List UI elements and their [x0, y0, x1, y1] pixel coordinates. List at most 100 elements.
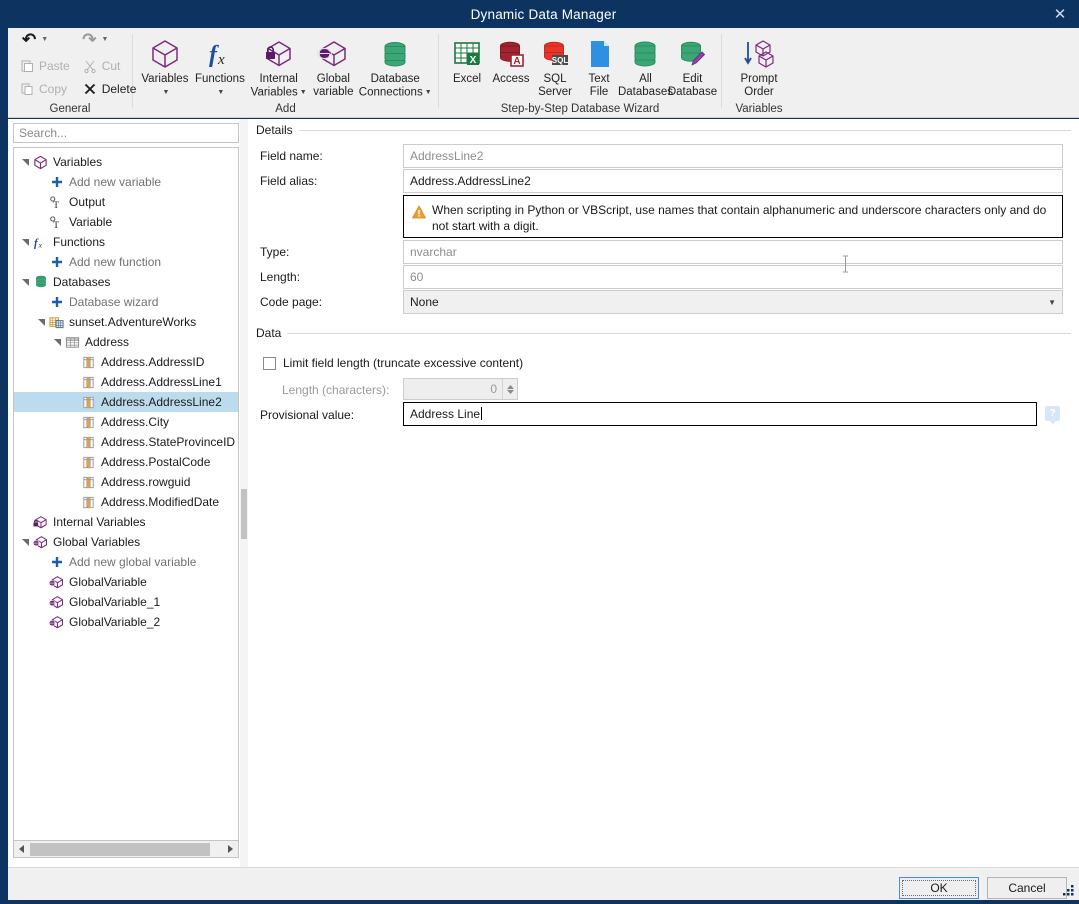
tree-item[interactable]: GlobalVariable_1	[14, 592, 238, 612]
field-alias-input[interactable]: Address.AddressLine2	[403, 169, 1063, 193]
expander-expanded-icon[interactable]	[20, 232, 32, 252]
type-input[interactable]: nvarchar	[403, 240, 1063, 264]
tree-item[interactable]: Internal Variables	[14, 512, 238, 532]
expander-none	[68, 412, 80, 432]
chevron-down-icon[interactable]: ▼	[1048, 298, 1056, 307]
expander-expanded-icon[interactable]	[20, 152, 32, 172]
splitter-thumb[interactable]	[241, 489, 247, 539]
tree-item[interactable]: Global Variables	[14, 532, 238, 552]
tree-item[interactable]: GlobalVariable_2	[14, 612, 238, 632]
help-icon[interactable]: ?	[1045, 406, 1060, 421]
expander-expanded-icon[interactable]	[20, 532, 32, 552]
chevron-down-icon[interactable]: ▼	[162, 89, 169, 96]
tree-item-label: Database wizard	[69, 295, 158, 309]
cube-globe-icon	[48, 574, 65, 591]
expander-expanded-icon[interactable]	[36, 312, 48, 332]
cube-purple-icon	[148, 35, 182, 73]
chevron-down-icon[interactable]: ▼	[425, 89, 432, 96]
tree-item-label: sunset.AdventureWorks	[69, 315, 196, 329]
tree-horizontal-scrollbar[interactable]	[13, 841, 239, 858]
tree-item[interactable]: Add new global variable	[14, 552, 238, 572]
tree-item[interactable]: Add new variable	[14, 172, 238, 192]
ok-button[interactable]: OK	[899, 877, 979, 899]
paste-button[interactable]: Paste	[16, 55, 73, 76]
expander-expanded-icon[interactable]	[20, 272, 32, 292]
undo-button[interactable]: ↶ ▼	[18, 30, 52, 49]
tree-item[interactable]: Add new function	[14, 252, 238, 272]
tree-item[interactable]: Address.ModifiedDate	[14, 492, 238, 512]
tree-item[interactable]: GlobalVariable	[14, 572, 238, 592]
scroll-thumb[interactable]	[30, 843, 210, 856]
add-variables-button[interactable]: Variables ▼	[139, 32, 191, 101]
expander-none	[36, 292, 48, 312]
tree-item[interactable]: Database wizard	[14, 292, 238, 312]
field-name-input[interactable]: AddressLine2	[403, 144, 1063, 168]
internal-variables-button[interactable]: InternalVariables▼	[249, 32, 308, 101]
limit-field-length-checkbox[interactable]: Limit field length (truncate excessive c…	[263, 356, 523, 370]
svg-text:x: x	[38, 240, 43, 249]
expander-none	[36, 592, 48, 612]
scroll-left-icon[interactable]	[14, 842, 30, 857]
warning-icon	[412, 205, 426, 219]
column-icon	[80, 414, 97, 431]
provisional-value-input[interactable]: Address Line	[403, 402, 1037, 426]
chevron-down-icon[interactable]: ▼	[41, 36, 48, 43]
tree-item[interactable]: Address.AddressLine1	[14, 372, 238, 392]
copy-button[interactable]: Copy	[16, 78, 73, 99]
length-value: 60	[410, 270, 423, 284]
tree-item[interactable]: Address.City	[14, 412, 238, 432]
tree-item[interactable]: sunset.AdventureWorks	[14, 312, 238, 332]
wizard-excel-button[interactable]: X Excel	[445, 32, 489, 87]
tree-item[interactable]: Variables	[14, 152, 238, 172]
variables-tree[interactable]: VariablesAdd new variableTOutputTVariabl…	[13, 147, 239, 841]
chevron-down-icon[interactable]: ▼	[300, 89, 307, 96]
database-connections-button[interactable]: DatabaseConnections▼	[358, 32, 432, 101]
tree-item[interactable]: Address.AddressLine2	[14, 392, 238, 412]
code-page-select[interactable]: None ▼	[403, 290, 1063, 314]
table-icon	[64, 334, 81, 351]
resize-grip[interactable]	[1062, 884, 1075, 897]
limit-length-stepper[interactable]: 0	[403, 378, 518, 400]
scroll-track[interactable]	[30, 842, 222, 857]
var-text-icon: T	[48, 194, 65, 211]
tree-item[interactable]: TVariable	[14, 212, 238, 232]
search-input[interactable]: Search...	[13, 123, 239, 143]
expander-expanded-icon[interactable]	[52, 332, 64, 352]
tree-item[interactable]: Address.AddressID	[14, 352, 238, 372]
wizard-access-button[interactable]: A Access	[489, 32, 533, 87]
tree-item[interactable]: fxFunctions	[14, 232, 238, 252]
tree-item[interactable]: Address.PostalCode	[14, 452, 238, 472]
delete-button[interactable]: Delete	[79, 78, 140, 99]
search-placeholder: Search...	[19, 126, 67, 140]
tree-item[interactable]: Address.rowguid	[14, 472, 238, 492]
close-icon[interactable]: ✕	[1037, 0, 1079, 28]
tree-item[interactable]: TOutput	[14, 192, 238, 212]
scroll-right-icon[interactable]	[222, 842, 238, 857]
chevron-down-icon[interactable]: ▼	[101, 36, 108, 43]
panel-splitter[interactable]	[240, 119, 248, 867]
wizard-sqlserver-button[interactable]: SQL SQLServer	[533, 32, 577, 100]
checkbox-box[interactable]	[263, 357, 276, 370]
tree-item[interactable]: Address.StateProvinceID	[14, 432, 238, 452]
fx-icon: f x	[203, 35, 237, 73]
length-input[interactable]: 60	[403, 265, 1063, 289]
cut-button[interactable]: Cut	[79, 55, 140, 76]
provisional-value-text: Address Line	[410, 407, 480, 421]
chevron-down-icon[interactable]: ▼	[217, 89, 224, 96]
tree-item[interactable]: Address	[14, 332, 238, 352]
svg-text:T: T	[53, 201, 59, 210]
ribbon-group-variables: PromptOrder Variables	[722, 28, 796, 118]
cancel-button[interactable]: Cancel	[987, 877, 1067, 899]
prompt-order-button[interactable]: PromptOrder	[734, 32, 783, 100]
stepper-buttons[interactable]	[502, 379, 517, 399]
add-functions-button[interactable]: f x Functions ▼	[193, 32, 247, 101]
tree-item[interactable]: Databases	[14, 272, 238, 292]
expander-none	[68, 352, 80, 372]
expander-none	[36, 612, 48, 632]
wizard-all-databases-button[interactable]: AllDatabases	[621, 32, 670, 100]
expander-none	[36, 252, 48, 272]
wizard-textfile-button[interactable]: TextFile	[577, 32, 621, 100]
wizard-edit-database-button[interactable]: EditDatabase	[670, 32, 715, 100]
global-variable-button[interactable]: Globalvariable	[310, 32, 356, 100]
redo-button[interactable]: ↷ ▼	[78, 30, 112, 49]
